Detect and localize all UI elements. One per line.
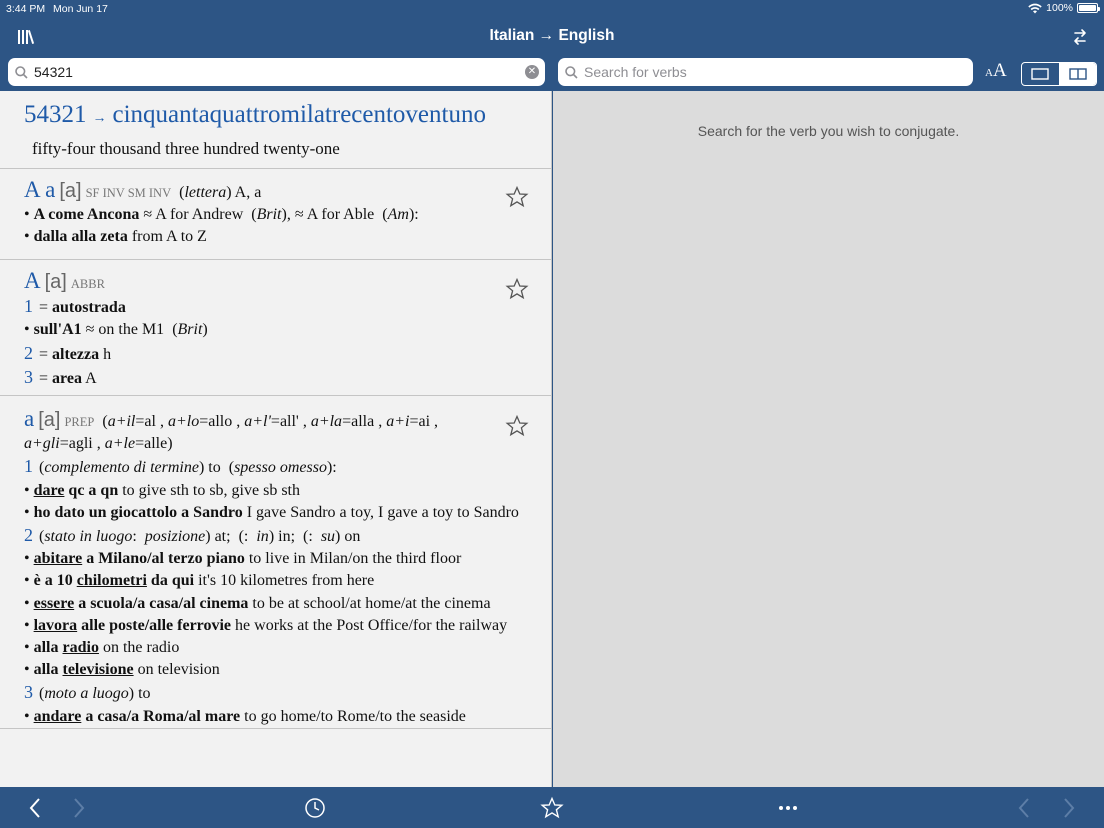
sense: 2 (stato in luogo: posizione) at; (: in) … — [24, 525, 361, 546]
gloss: A, a — [234, 184, 262, 201]
search-row: ✕ AA — [0, 56, 1104, 91]
page-title: Italian → English — [489, 27, 615, 44]
sense: 3 = area A — [24, 366, 97, 387]
bottom-toolbar — [0, 787, 1104, 828]
clear-icon[interactable]: ✕ — [525, 65, 539, 79]
search-icon — [15, 65, 28, 79]
status-time: 3:44 PM — [6, 3, 46, 15]
star-icon[interactable] — [505, 185, 529, 209]
entry-A-abbr[interactable]: A [a] abbr 1 = autostrada • sull'A1 ≈ on … — [0, 260, 551, 396]
headword: a — [24, 406, 35, 431]
sense: 2 = altezza h — [24, 342, 112, 363]
pronunciation: [a] — [59, 180, 82, 202]
star-icon[interactable] — [505, 414, 529, 438]
number-entry[interactable]: 54321 → cinquantaquattromilatrecentovent… — [0, 91, 551, 169]
split-pane-icon[interactable] — [1058, 63, 1096, 85]
example: • A come Ancona ≈ A for Andrew (Brit), ≈… — [24, 206, 419, 224]
example: • abitare a Milano/al terzo piano to liv… — [24, 550, 462, 568]
sense: 3 (moto a luogo) to — [24, 682, 151, 703]
example: • alla radio on the radio — [24, 639, 180, 657]
font-size-big: A — [992, 60, 1007, 81]
example: • sull'A1 ≈ on the M1 (Brit) — [24, 321, 208, 339]
switch-direction-icon[interactable] — [1068, 26, 1092, 48]
example: • dalla alla zeta from A to Z — [24, 228, 207, 246]
search-input[interactable] — [34, 64, 525, 80]
battery-icon — [1077, 3, 1100, 13]
status-bar: 3:44 PM Mon Jun 17 100% — [0, 0, 1104, 18]
headword: A a — [24, 177, 56, 202]
battery-percent: 100% — [1046, 2, 1073, 14]
example: • andare a casa/a Roma/al mare to go hom… — [24, 707, 466, 725]
results-pane: 54321 → cinquantaquattromilatrecentovent… — [0, 91, 552, 787]
arrow: → — [92, 111, 107, 126]
entry-a-prep[interactable]: a [a] prep (a+il=al , a+lo=allo , a+l'=a… — [0, 396, 551, 729]
search-box: ✕ — [8, 58, 545, 86]
part-of-speech: sf inv sm inv — [85, 186, 172, 200]
example: • dare qc a qn to give sth to sb, give s… — [24, 481, 300, 499]
pane-toggle — [1021, 62, 1097, 86]
number-value: 54321 — [24, 101, 87, 128]
sense: 1 (complemento di termine) to (spesso ome… — [24, 456, 337, 477]
star-icon[interactable] — [539, 795, 565, 821]
forward-icon[interactable] — [1056, 795, 1082, 821]
verb-search-box — [558, 58, 973, 86]
headword: A — [24, 268, 41, 293]
status-date: Mon Jun 17 — [53, 3, 108, 15]
single-pane-icon[interactable] — [1022, 63, 1059, 85]
status-right: 100% — [1028, 2, 1100, 14]
number-translation: fifty-four thousand three hundred twenty… — [32, 139, 340, 159]
back-icon[interactable] — [22, 795, 48, 821]
example: • lavora alle poste/alle ferrovie he wor… — [24, 616, 508, 634]
part-of-speech: prep — [64, 415, 95, 429]
forward-icon[interactable] — [66, 795, 92, 821]
font-size-button[interactable]: AA — [985, 60, 1007, 82]
conjugation-hint: Search for the verb you wish to conjugat… — [697, 123, 960, 139]
nav-bar: Italian → English — [0, 18, 1104, 56]
verb-search-input[interactable] — [584, 64, 973, 80]
history-icon[interactable] — [302, 795, 328, 821]
more-icon[interactable] — [775, 795, 801, 821]
pronunciation: [a] — [44, 271, 67, 293]
back-icon[interactable] — [1011, 795, 1037, 821]
search-icon — [565, 65, 578, 79]
gloss-note: lettera — [184, 184, 227, 201]
example: • ho dato un giocattolo a Sandro I gave … — [24, 503, 519, 521]
example: • alla televisione on television — [24, 661, 220, 679]
number-word: cinquantaquattromilatrecentoventuno — [112, 101, 486, 128]
pronunciation: [a] — [38, 409, 61, 431]
conjugation-pane: Search for the verb you wish to conjugat… — [553, 91, 1104, 787]
part-of-speech: abbr — [70, 277, 105, 291]
entry-A-a[interactable]: A a [a] sf inv sm inv (lettera) A, a • A… — [0, 169, 551, 260]
example: • è a 10 chilometri da qui it's 10 kilom… — [24, 572, 375, 590]
font-size-small: A — [985, 67, 993, 79]
star-icon[interactable] — [505, 277, 529, 301]
sense: 1 = autostrada — [24, 296, 126, 317]
wifi-icon — [1028, 3, 1042, 13]
example: • essere a scuola/a casa/al cinema to be… — [24, 594, 491, 612]
